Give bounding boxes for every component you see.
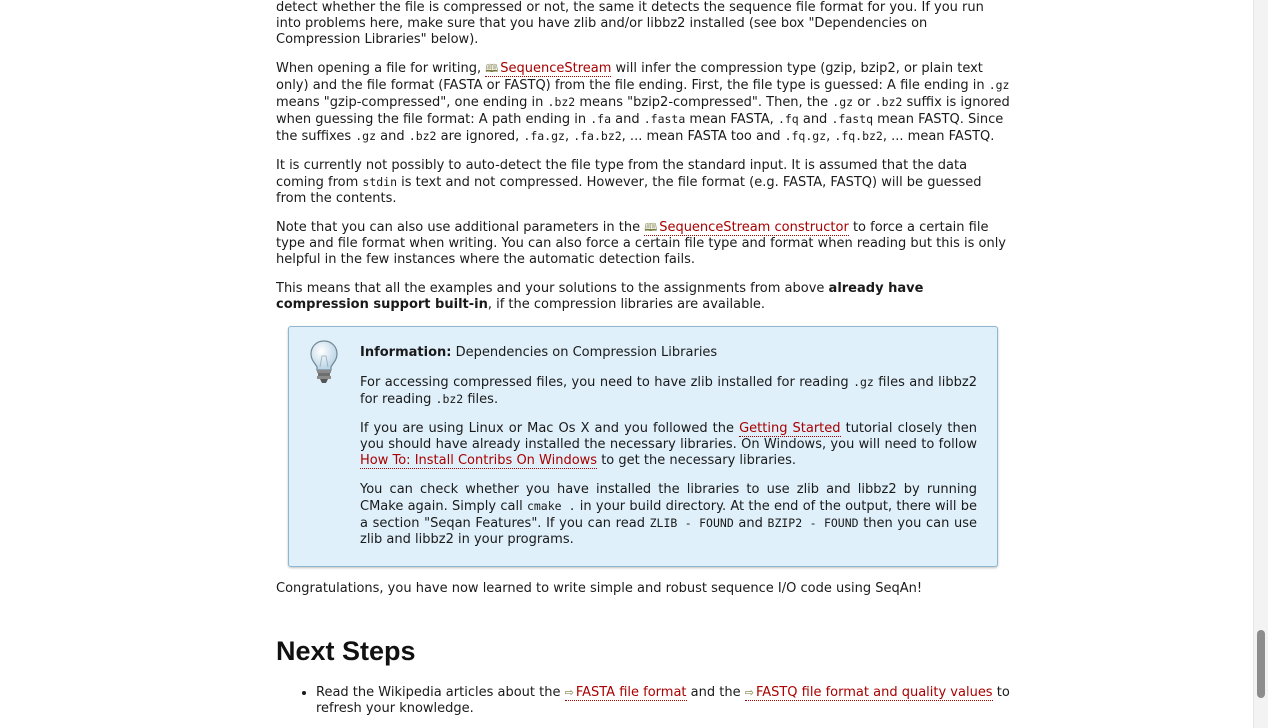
paragraph-builtin: This means that all the examples and you… bbox=[276, 281, 924, 312]
paragraph-compression-detect: detect whether the file is compressed or… bbox=[276, 0, 984, 47]
info-paragraph-cmake: You can check whether you have installed… bbox=[360, 482, 977, 547]
list-item: Read the Wikipedia articles about the ⇨F… bbox=[316, 685, 1011, 717]
external-link-icon: ⇨ bbox=[744, 686, 754, 699]
info-paragraph-install: If you are using Linux or Mac Os X and y… bbox=[360, 421, 978, 469]
paragraph-constructor: Note that you can also use additional pa… bbox=[276, 220, 1006, 267]
external-link-icon: ⇨ bbox=[564, 686, 574, 699]
article-content: detect whether the file is compressed or… bbox=[276, 0, 1011, 717]
install-contribs-windows-link[interactable]: How To: Install Contribs On Windows bbox=[360, 453, 598, 469]
paragraph-writing: When opening a file for writing, 🕮 Sequen… bbox=[276, 61, 1010, 144]
lightbulb-icon bbox=[310, 340, 338, 383]
info-paragraph-libraries: For accessing compressed files, you need… bbox=[360, 375, 978, 407]
next-steps-heading: Next Steps bbox=[276, 636, 416, 666]
info-box-title: Information: Dependencies on Compression… bbox=[360, 345, 718, 360]
fasta-format-link[interactable]: ⇨ FASTA file format bbox=[564, 685, 687, 701]
book-icon: 🕮 bbox=[644, 221, 658, 234]
paragraph-congratulations: Congratulations, you have now learned to… bbox=[276, 581, 923, 596]
next-steps-list: Read the Wikipedia articles about the ⇨F… bbox=[276, 685, 1011, 717]
book-icon: 🕮 bbox=[485, 62, 499, 75]
paragraph-stdin: It is currently not possibly to auto-det… bbox=[276, 158, 982, 206]
sequencestream-link[interactable]: 🕮 SequenceStream bbox=[485, 61, 612, 77]
sequencestream-constructor-link[interactable]: 🕮 SequenceStream constructor bbox=[644, 220, 849, 236]
fastq-format-link[interactable]: ⇨ FASTQ file format and quality values bbox=[744, 685, 993, 701]
scrollbar-thumb[interactable] bbox=[1257, 630, 1265, 698]
vertical-scrollbar[interactable] bbox=[1253, 0, 1268, 728]
getting-started-link[interactable]: Getting Started bbox=[739, 421, 841, 437]
info-box-dependencies: Information: Dependencies on Compression… bbox=[288, 326, 998, 567]
